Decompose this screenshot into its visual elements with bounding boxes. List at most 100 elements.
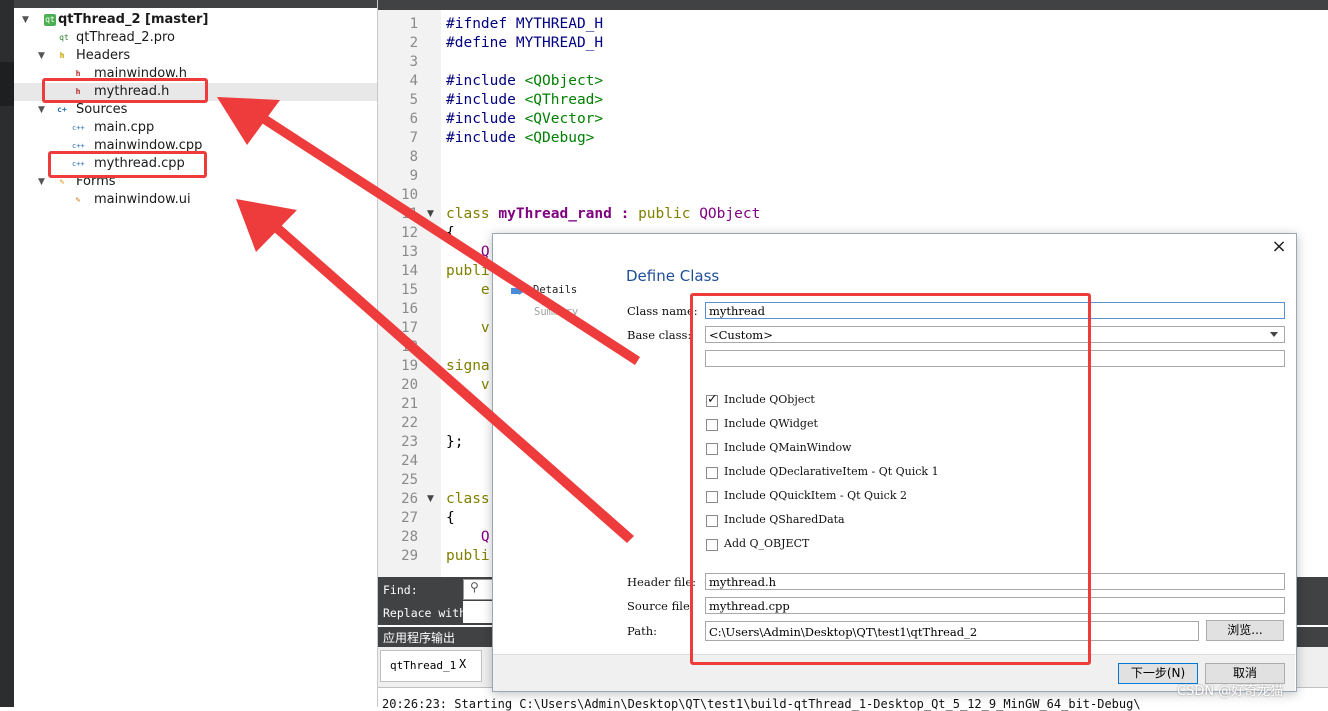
line-number: 22 [401, 415, 418, 431]
code-line: { [446, 510, 455, 526]
cpp-file-icon: c++ [72, 124, 85, 132]
header-file-label: Header file: [627, 575, 697, 589]
tree-item-pro[interactable]: qt qtThread_2.pro [54, 29, 354, 47]
tree-folder-sources[interactable]: ▼ c+ Sources [36, 101, 336, 119]
collapse-arrow-icon[interactable]: ▼ [38, 173, 45, 191]
find-label: Find: [383, 583, 418, 597]
code-line: signa [446, 358, 490, 374]
fold-arrow-icon[interactable]: ▼ [427, 209, 434, 219]
collapse-arrow-icon[interactable]: ▼ [38, 47, 45, 65]
code-line: v [446, 377, 490, 393]
line-number: 27 [401, 510, 418, 526]
base-class-label: Base class: [627, 328, 692, 342]
headers-folder-icon: h [59, 51, 65, 60]
project-name: qtThread_2 [master] [58, 12, 209, 27]
wizard-step-summary: Summary [534, 306, 579, 318]
pro-file-icon: qt [59, 33, 69, 42]
mode-sidebar [0, 0, 14, 707]
annotation-box-mythread-cpp [48, 151, 207, 178]
project-icon: qt [44, 14, 56, 26]
line-number: 3 [409, 54, 418, 70]
line-number: 8 [409, 149, 418, 165]
tree-item-main-cpp[interactable]: c++ main.cpp [72, 119, 352, 137]
ui-file-icon: ✎ [75, 195, 81, 204]
line-number: 15 [401, 282, 418, 298]
line-number: 23 [401, 434, 418, 450]
code-line: publi [446, 263, 490, 279]
close-icon[interactable]: × [1270, 238, 1288, 256]
editor-toolbar [378, 0, 1328, 10]
code-line: }; [446, 434, 464, 450]
class-name-label: Class name: [627, 304, 698, 318]
sources-folder-icon: c+ [57, 105, 67, 114]
line-number: 20 [401, 377, 418, 393]
line-number: 19 [401, 358, 418, 374]
line-number: 4 [409, 73, 418, 89]
line-number: 25 [401, 472, 418, 488]
line-number: 5 [409, 92, 418, 108]
tree-item-label: qtThread_2.pro [76, 30, 175, 45]
line-number: 16 [401, 301, 418, 317]
output-tab[interactable]: qtThread_1 X [380, 650, 482, 682]
code-line: class myThread_rand : public QObject [446, 206, 761, 222]
dialog-title: Define Class [626, 267, 720, 285]
line-number: 11 [401, 206, 418, 222]
collapse-arrow-icon[interactable]: ▼ [22, 11, 29, 29]
replace-input[interactable] [463, 601, 493, 623]
output-tab-label: qtThread_1 [390, 659, 457, 672]
path-label: Path: [627, 624, 657, 638]
code-line: #include <QObject> [446, 73, 604, 89]
line-number: 12 [401, 225, 418, 241]
line-number: 28 [401, 529, 418, 545]
line-number: 13 [401, 244, 418, 260]
line-number: 14 [401, 263, 418, 279]
line-number: 1 [409, 16, 418, 32]
line-number: 29 [401, 548, 418, 564]
fold-arrow-icon[interactable]: ▼ [427, 494, 434, 504]
browse-button[interactable]: 浏览... [1206, 620, 1284, 641]
current-step-arrow-icon [511, 287, 525, 295]
code-line: #include <QDebug> [446, 130, 595, 146]
line-number: 17 [401, 320, 418, 336]
tree-item-label: Sources [76, 102, 128, 117]
code-line: #include <QThread> [446, 92, 604, 108]
tree-item-label: main.cpp [94, 120, 155, 135]
code-line: v [446, 320, 490, 336]
find-input[interactable]: ⚲ [463, 579, 495, 600]
code-line: Q [446, 529, 490, 545]
tree-item-label: Headers [76, 48, 131, 63]
tree-root[interactable]: ▼ qt qtThread_2 [master] [22, 11, 362, 29]
code-line: e [446, 282, 490, 298]
code-line: #define MYTHREAD_H [446, 35, 604, 51]
code-line: publi [446, 548, 490, 564]
line-number: 2 [409, 35, 418, 51]
code-line: Q [446, 244, 490, 260]
source-file-label: Source file: [627, 599, 694, 613]
line-number: 9 [409, 168, 418, 184]
line-number: 24 [401, 453, 418, 469]
line-number: 26 [401, 491, 418, 507]
tree-toolbar [14, 0, 377, 8]
collapse-arrow-icon[interactable]: ▼ [38, 101, 45, 119]
tree-item-label: mainwindow.ui [94, 192, 191, 207]
tree-folder-headers[interactable]: ▼ h Headers [36, 47, 336, 65]
annotation-box-dialog-fields [690, 293, 1091, 665]
annotation-box-mythread-h [42, 78, 208, 103]
line-number: 18 [401, 339, 418, 355]
code-line: #include <QVector> [446, 111, 604, 127]
output-pane-title-text: 应用程序输出 [383, 631, 456, 645]
tree-item-mainwindow-ui[interactable]: ✎ mainwindow.ui [72, 191, 352, 209]
replace-label: Replace with: [383, 606, 474, 620]
wizard-step-details: Details [533, 284, 578, 296]
line-number: 10 [401, 187, 418, 203]
project-tree: ▼ qt qtThread_2 [master] qt qtThread_2.p… [14, 0, 378, 707]
close-tab-icon[interactable]: X [459, 657, 466, 671]
line-number: 6 [409, 111, 418, 127]
line-number: 21 [401, 396, 418, 412]
search-icon: ⚲ [470, 580, 479, 594]
code-line: #ifndef MYTHREAD_H [446, 16, 604, 32]
code-line: { [446, 225, 455, 241]
line-number: 7 [409, 130, 418, 146]
code-line: class [446, 491, 490, 507]
watermark: CSDN @好奇龙猫 [1177, 684, 1284, 699]
